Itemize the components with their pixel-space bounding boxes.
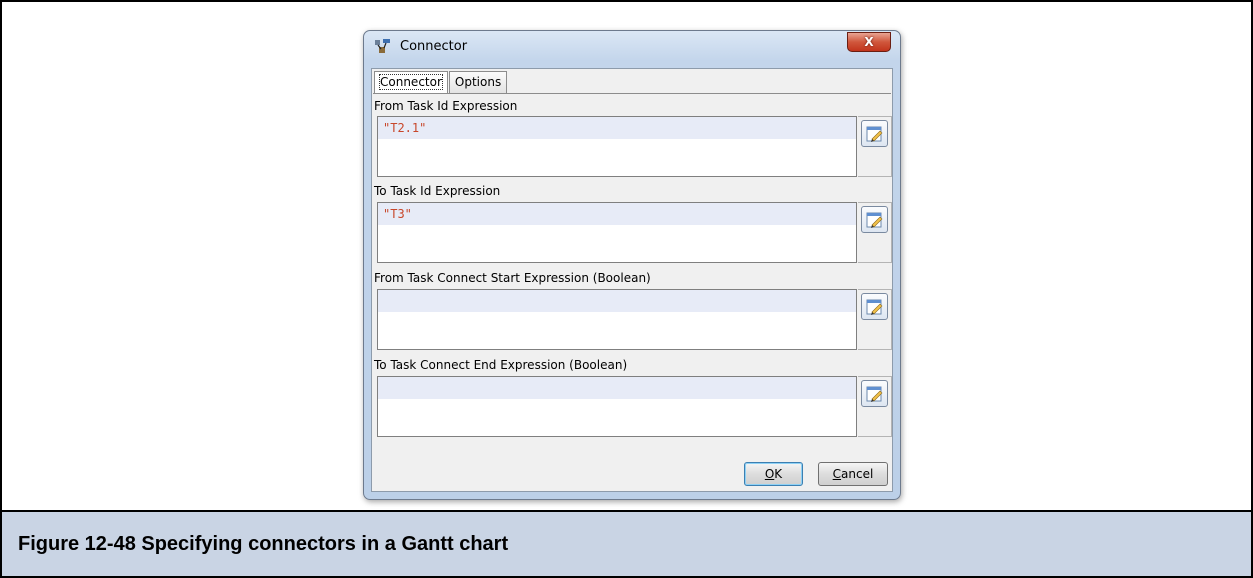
to-task-id-expression-value: "T3" [383,207,412,221]
dialog-client-area: Connector Options From Task Id Expressio… [371,68,893,492]
tab-connector[interactable]: Connector [374,71,448,94]
tab-connector-label: Connector [379,74,443,90]
connector-tab-panel: From Task Id Expression "T2.1" To Task I… [373,93,892,457]
from-task-connect-start-edit-button[interactable] [861,293,888,320]
title-bar[interactable]: Connector X [364,31,900,61]
to-task-connect-end-label: To Task Connect End Expression (Boolean) [374,358,628,372]
ok-label-rest: K [774,467,783,481]
figure-caption: Figure 12-48 Specifying connectors in a … [18,532,509,555]
to-task-id-edit-button[interactable] [861,206,888,233]
expression-editor-icon [866,212,882,228]
close-icon: X [864,35,874,49]
tab-options[interactable]: Options [448,71,508,93]
ok-mnemonic: O [764,467,775,481]
connector-app-icon [374,37,392,55]
to-task-connect-end-expression-input[interactable] [377,376,857,437]
cancel-mnemonic: C [832,467,842,481]
current-line-highlight [378,117,856,139]
to-task-id-label: To Task Id Expression [374,184,501,198]
to-task-connect-end-edit-button[interactable] [861,380,888,407]
from-task-id-edit-button[interactable] [861,120,888,147]
figure-caption-bar: Figure 12-48 Specifying connectors in a … [2,510,1251,576]
connector-dialog: Connector X Connector Options From Task … [363,30,901,500]
dialog-title: Connector [400,38,468,54]
tab-options-label: Options [454,75,502,89]
cancel-button[interactable]: Cancel [818,462,888,486]
ok-button[interactable]: OK [744,462,803,486]
current-line-highlight [378,377,856,399]
close-button[interactable]: X [847,32,891,52]
current-line-highlight [378,203,856,225]
from-task-id-expression-input[interactable]: "T2.1" [377,116,857,177]
expression-editor-icon [866,299,882,315]
expression-editor-icon [866,126,882,142]
expression-editor-icon [866,386,882,402]
to-task-id-expression-input[interactable]: "T3" [377,202,857,263]
from-task-id-expression-value: "T2.1" [383,121,427,135]
figure-frame: Connector X Connector Options From Task … [0,0,1253,578]
tab-strip: Connector Options [374,71,508,94]
current-line-highlight [378,290,856,312]
from-task-id-label: From Task Id Expression [374,99,518,113]
cancel-label-rest: ancel [841,467,874,481]
from-task-connect-start-expression-input[interactable] [377,289,857,350]
dialog-button-bar: OK Cancel [372,457,892,491]
from-task-connect-start-label: From Task Connect Start Expression (Bool… [374,271,651,285]
